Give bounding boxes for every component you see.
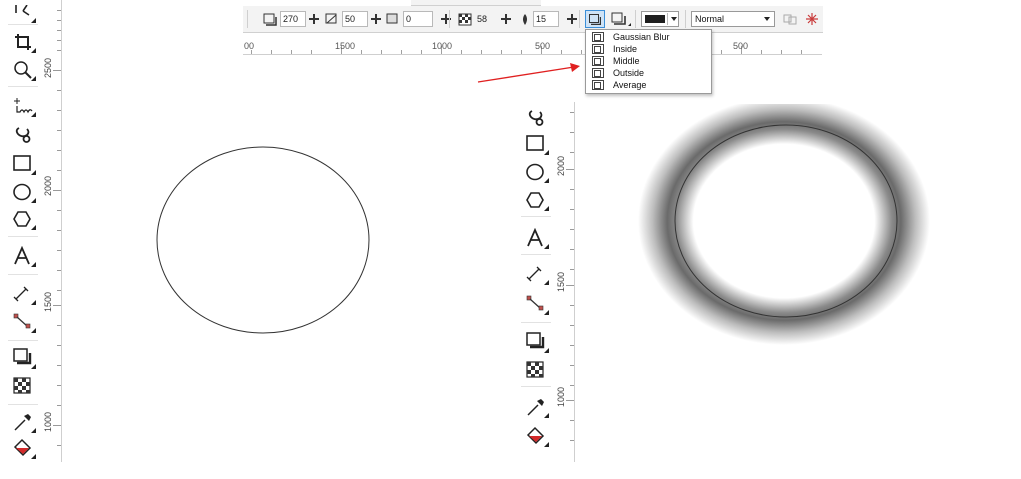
connector-tool-icon[interactable] <box>10 310 36 334</box>
outside-feather-icon <box>592 68 604 78</box>
average-feather-icon <box>592 80 604 90</box>
shadow-fade-input[interactable]: 0 <box>403 11 433 27</box>
ruler-label: 500 <box>535 41 551 51</box>
middle-feather-icon <box>592 56 604 66</box>
transparency-tool-icon[interactable] <box>523 358 549 382</box>
feathered-shadow <box>638 104 930 345</box>
menu-item-label: Middle <box>613 56 640 66</box>
feather-direction-icon <box>589 13 601 25</box>
opacity-icon <box>458 13 472 25</box>
ruler-label: 1500 <box>335 41 356 51</box>
feather-edges-icon <box>611 12 626 25</box>
shadow-direction-icon <box>263 13 277 26</box>
text-tool-icon[interactable] <box>523 226 549 250</box>
zoom-tool-icon[interactable] <box>10 58 36 82</box>
shadow-distance-icon <box>325 13 337 23</box>
shadow-fade-icon <box>386 13 398 23</box>
ruler-label: 1000 <box>43 411 53 432</box>
menu-item-outside[interactable]: Outside <box>586 67 710 79</box>
plus-icon[interactable] <box>501 14 511 24</box>
shadow-distance-control[interactable]: 50 <box>325 11 381 27</box>
menu-item-label: Inside <box>613 44 638 54</box>
copy-properties-icon <box>783 14 797 25</box>
shadowed-ellipse-group[interactable] <box>620 104 950 354</box>
shadow-opacity-input[interactable]: 58 <box>475 12 497 26</box>
plus-icon[interactable] <box>371 14 381 24</box>
eyedropper-tool-icon[interactable] <box>523 395 549 419</box>
shadow-opacity-control[interactable]: 58 <box>458 11 511 27</box>
plain-ellipse[interactable] <box>150 140 376 340</box>
shadow-direction-control[interactable]: 270 <box>263 11 319 27</box>
right-toolbox <box>517 102 556 462</box>
freehand-tool-icon[interactable] <box>10 94 36 118</box>
shadow-feather-input[interactable]: 15 <box>533 11 559 27</box>
ruler-label: 00 <box>244 41 255 51</box>
property-bar: 270 50 0 58 15 Normal <box>243 6 823 33</box>
ellipse-tool-icon[interactable] <box>10 180 36 204</box>
left-toolbox <box>4 0 43 462</box>
ruler-label: 1500 <box>556 271 566 292</box>
interactive-fill-tool-icon[interactable] <box>523 424 549 448</box>
blend-mode-select[interactable]: Normal <box>691 11 775 27</box>
shadow-direction-input[interactable]: 270 <box>280 11 306 27</box>
ruler-label: 1000 <box>556 386 566 407</box>
plus-icon[interactable] <box>567 14 577 24</box>
blend-mode-value: Normal <box>695 14 725 24</box>
plus-icon[interactable] <box>309 14 319 24</box>
shadow-feather-control[interactable]: 15 <box>520 11 577 27</box>
menu-item-label: Outside <box>613 68 645 78</box>
pick-tool-icon[interactable] <box>10 0 36 24</box>
rectangle-tool-icon[interactable] <box>523 132 549 156</box>
interactive-fill-tool-icon[interactable] <box>10 436 36 460</box>
drop-shadow-tool-icon[interactable] <box>10 346 36 370</box>
parallel-dimension-tool-icon[interactable] <box>10 282 36 306</box>
feather-icon <box>523 13 527 25</box>
ellipse-tool-icon[interactable] <box>523 160 549 184</box>
feather-edges-button[interactable] <box>611 11 631 27</box>
shadow-fade-control[interactable]: 0 <box>386 11 451 27</box>
clear-shadow-button[interactable] <box>805 11 819 27</box>
rectangle-tool-icon[interactable] <box>10 152 36 176</box>
copy-shadow-properties-button[interactable] <box>783 11 797 27</box>
gaussian-blur-icon <box>592 32 604 42</box>
color-swatch <box>645 15 665 23</box>
shadow-distance-input[interactable]: 50 <box>342 11 368 27</box>
ruler-label: 2000 <box>43 175 53 196</box>
text-tool-icon[interactable] <box>10 244 36 268</box>
ruler-label: 1000 <box>432 41 453 51</box>
ruler-label: 2500 <box>43 57 53 78</box>
horizontal-ruler: 00 1500 1000 500 500 <box>243 40 822 55</box>
clear-shadow-icon <box>806 13 818 25</box>
menu-item-average[interactable]: Average <box>586 79 710 91</box>
crop-tool-icon[interactable] <box>10 30 36 54</box>
drop-shadow-tool-icon[interactable] <box>523 330 549 354</box>
shadow-color-picker[interactable] <box>641 11 679 27</box>
polygon-tool-icon[interactable] <box>523 188 549 212</box>
ruler-label: 500 <box>733 41 749 51</box>
menu-item-middle[interactable]: Middle <box>586 55 710 67</box>
menu-item-label: Average <box>613 80 647 90</box>
ruler-label: 2000 <box>556 155 566 176</box>
chevron-down-icon <box>671 17 677 21</box>
eyedropper-tool-icon[interactable] <box>10 410 36 434</box>
left-vertical-ruler: 2500 2000 1500 1000 <box>42 0 62 462</box>
ruler-label: 1500 <box>43 291 53 312</box>
menu-item-label: Gaussian Blur <box>613 32 670 42</box>
polygon-tool-icon[interactable] <box>10 207 36 231</box>
feather-direction-menu: Gaussian Blur Inside Middle Outside Aver… <box>585 29 712 94</box>
artistic-media-tool-icon[interactable] <box>10 122 36 146</box>
menu-item-gaussian-blur[interactable]: Gaussian Blur <box>586 31 710 43</box>
right-vertical-ruler: 2000 1500 1000 <box>555 102 575 462</box>
artistic-media-tool-icon[interactable] <box>523 105 549 129</box>
chevron-down-icon <box>764 17 770 21</box>
transparency-tool-icon[interactable] <box>10 374 36 398</box>
feather-direction-button[interactable] <box>585 10 605 28</box>
menu-item-inside[interactable]: Inside <box>586 43 710 55</box>
connector-tool-icon[interactable] <box>523 292 549 316</box>
inside-feather-icon <box>592 44 604 54</box>
parallel-dimension-tool-icon[interactable] <box>523 262 549 286</box>
annotation-arrow <box>477 63 580 83</box>
